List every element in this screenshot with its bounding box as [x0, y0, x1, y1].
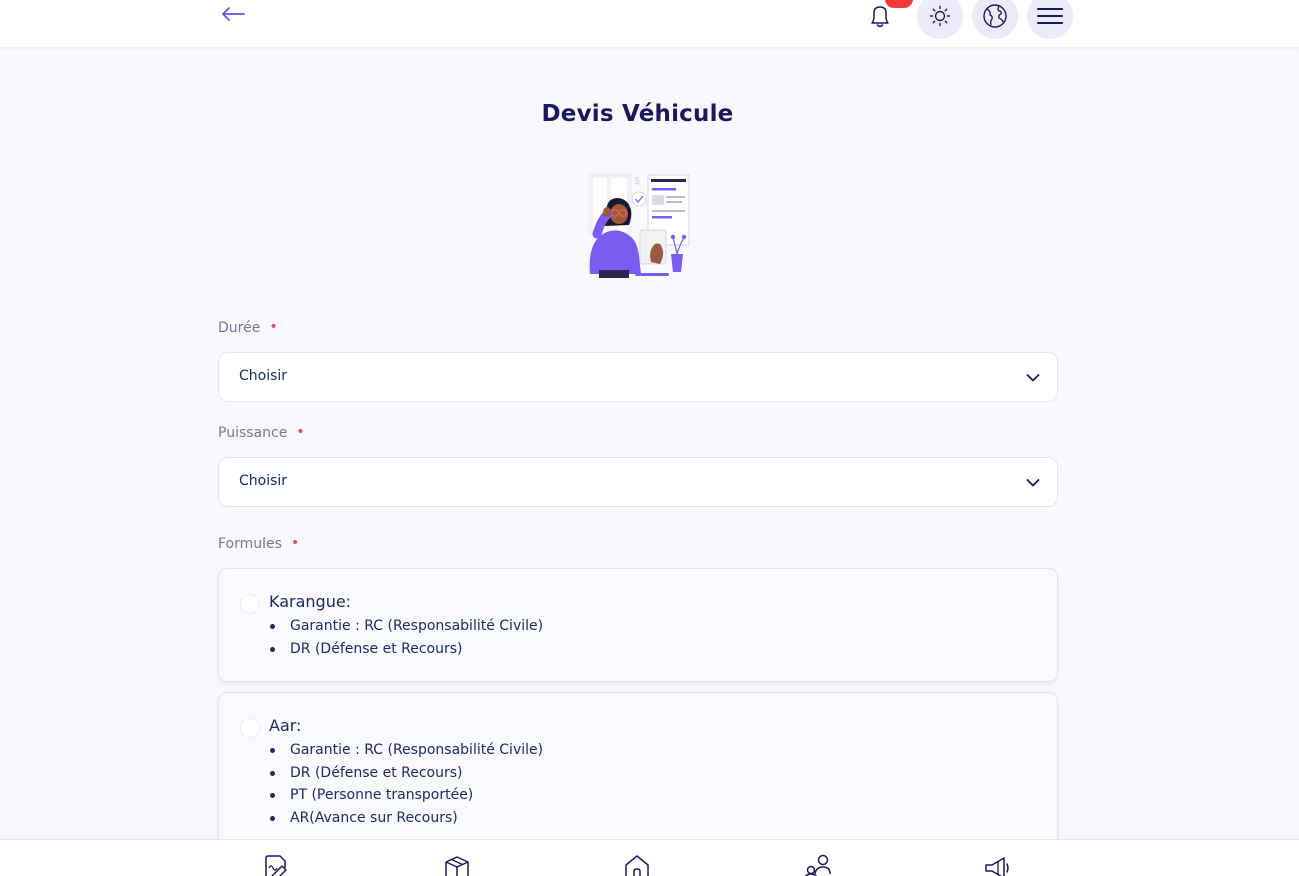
nav-products-button[interactable] — [443, 854, 471, 876]
coverage-item: DR (Défense et Recours) — [269, 762, 543, 785]
required-marker: • — [290, 535, 300, 551]
puissance-select[interactable]: Choisir — [218, 457, 1058, 507]
formule-coverage-list: Garantie : RC (Responsabilité Civile) DR… — [269, 615, 543, 660]
coverage-item: PT (Personne transportée) — [269, 784, 543, 807]
puissance-label: Puissance • — [218, 424, 305, 441]
coverage-item: Garantie : RC (Responsabilité Civile) — [269, 615, 543, 638]
formule-title: Karangue: — [269, 592, 352, 611]
arrow-left-icon — [222, 7, 245, 21]
globe-icon — [983, 4, 1007, 28]
formule-option-aar[interactable]: Aar: Garantie : RC (Responsabilité Civil… — [218, 692, 1058, 862]
formule-option-karangue[interactable]: Karangue: Garantie : RC (Responsabilité … — [218, 568, 1058, 682]
formule-radio[interactable] — [240, 718, 260, 738]
theme-toggle-button[interactable] — [917, 0, 963, 39]
coverage-item: DR (Défense et Recours) — [269, 638, 543, 661]
puissance-select-value: Choisir — [239, 473, 288, 489]
duree-select[interactable]: Choisir — [218, 352, 1058, 402]
duree-label: Durée • — [218, 319, 278, 336]
required-marker: • — [269, 319, 278, 335]
box-icon — [445, 856, 469, 876]
formule-radio[interactable] — [240, 594, 260, 614]
bottom-navigation — [0, 839, 1299, 876]
document-edit-icon — [265, 855, 287, 876]
page-title: Devis Véhicule — [541, 101, 734, 127]
chevron-down-icon — [1026, 374, 1040, 382]
nav-clients-button[interactable] — [803, 854, 831, 876]
megaphone-icon — [985, 857, 1009, 876]
nav-announcements-button[interactable] — [983, 854, 1011, 876]
top-bar — [0, 0, 1299, 47]
formules-label: Formules • — [218, 535, 300, 552]
svg-text:$: $ — [634, 176, 640, 187]
nav-quotes-button[interactable] — [263, 854, 291, 876]
duree-label-text: Durée — [218, 320, 261, 336]
coverage-item: AR(Avance sur Recours) — [269, 807, 543, 830]
formules-label-text: Formules — [218, 536, 282, 552]
quote-illustration: $ — [585, 170, 691, 280]
menu-button[interactable] — [1027, 0, 1073, 39]
duree-select-value: Choisir — [239, 368, 288, 384]
notification-count-badge — [885, 0, 913, 8]
sun-icon — [929, 5, 951, 27]
back-button[interactable] — [219, 0, 247, 28]
hamburger-menu-icon — [1037, 8, 1063, 24]
formule-coverage-list: Garantie : RC (Responsabilité Civile) DR… — [269, 739, 543, 829]
required-marker: • — [296, 424, 305, 440]
formule-title: Aar: — [269, 716, 302, 735]
nav-home-button[interactable] — [623, 854, 651, 876]
chevron-down-icon — [1026, 479, 1040, 487]
coverage-item: Garantie : RC (Responsabilité Civile) — [269, 739, 543, 762]
puissance-label-text: Puissance — [218, 425, 288, 441]
home-icon — [625, 855, 649, 876]
users-icon — [804, 854, 831, 876]
language-button[interactable] — [972, 0, 1018, 39]
